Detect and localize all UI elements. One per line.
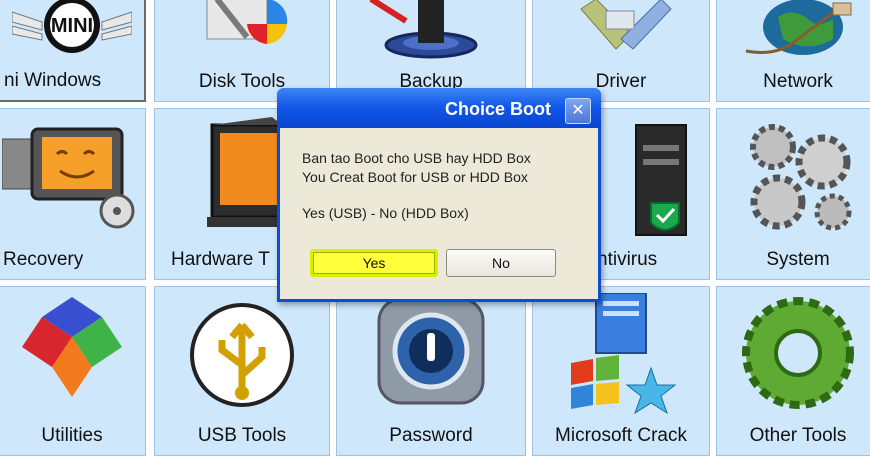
- dialog-titlebar[interactable]: Choice Boot ✕: [277, 88, 601, 128]
- usb-icon: [190, 303, 294, 407]
- tile-backup[interactable]: Backup: [336, 0, 526, 102]
- dialog-body: Ban tao Boot cho USB hay HDD Box You Cre…: [280, 128, 598, 299]
- tile-usb-tools[interactable]: USB Tools: [154, 286, 330, 456]
- password-lock-icon: [377, 297, 485, 405]
- no-button[interactable]: No: [446, 249, 556, 277]
- yes-button[interactable]: Yes: [310, 249, 438, 277]
- recovery-icon: [2, 127, 135, 229]
- tile-label: ni Windows: [4, 70, 102, 91]
- backup-icon: [369, 0, 478, 59]
- mini-logo-icon: MINI: [12, 0, 132, 53]
- tile-other-tools[interactable]: Other Tools: [716, 286, 870, 456]
- message-line-2: You Creat Boot for USB or HDD Box: [302, 169, 528, 185]
- tile-driver[interactable]: Driver: [532, 0, 710, 102]
- tile-microsoft-crack[interactable]: Microsoft Crack: [532, 286, 710, 456]
- tile-label: Utilities: [41, 425, 103, 446]
- close-icon[interactable]: ✕: [565, 98, 591, 124]
- tile-label: Microsoft Crack: [555, 425, 687, 446]
- tile-label: Password: [389, 425, 473, 446]
- tile-label: System: [766, 249, 830, 270]
- svg-text:MINI: MINI: [51, 15, 93, 37]
- tile-label: Recovery: [3, 249, 84, 270]
- tile-utilities[interactable]: Utilities: [0, 286, 146, 456]
- tile-password[interactable]: Password: [336, 286, 526, 456]
- tile-mini-windows[interactable]: MINI ni Windows: [0, 0, 146, 102]
- other-tools-icon: [742, 297, 854, 409]
- utilities-icon: [22, 297, 122, 397]
- choice-boot-dialog: Choice Boot ✕ Ban tao Boot cho USB hay H…: [277, 88, 601, 302]
- tile-system[interactable]: System: [716, 108, 870, 280]
- network-icon: [745, 0, 852, 55]
- message-line-3: Yes (USB) - No (HDD Box): [302, 205, 469, 221]
- tile-recovery[interactable]: Recovery: [0, 108, 146, 280]
- dialog-title: Choice Boot: [445, 99, 551, 119]
- message-line-1: Ban tao Boot cho USB hay HDD Box: [302, 150, 531, 166]
- tile-label: Network: [763, 71, 833, 92]
- system-gears-icon: [750, 124, 852, 231]
- tile-label: Other Tools: [749, 425, 847, 446]
- tile-label: USB Tools: [197, 425, 287, 446]
- tile-label: ntivirus: [597, 249, 658, 270]
- tile-disk-tools[interactable]: Disk Tools: [154, 0, 330, 102]
- disk-tools-icon: [206, 0, 288, 44]
- driver-icon: [580, 0, 672, 50]
- microsoft-crack-icon: [571, 293, 677, 415]
- tile-network[interactable]: Network: [716, 0, 870, 102]
